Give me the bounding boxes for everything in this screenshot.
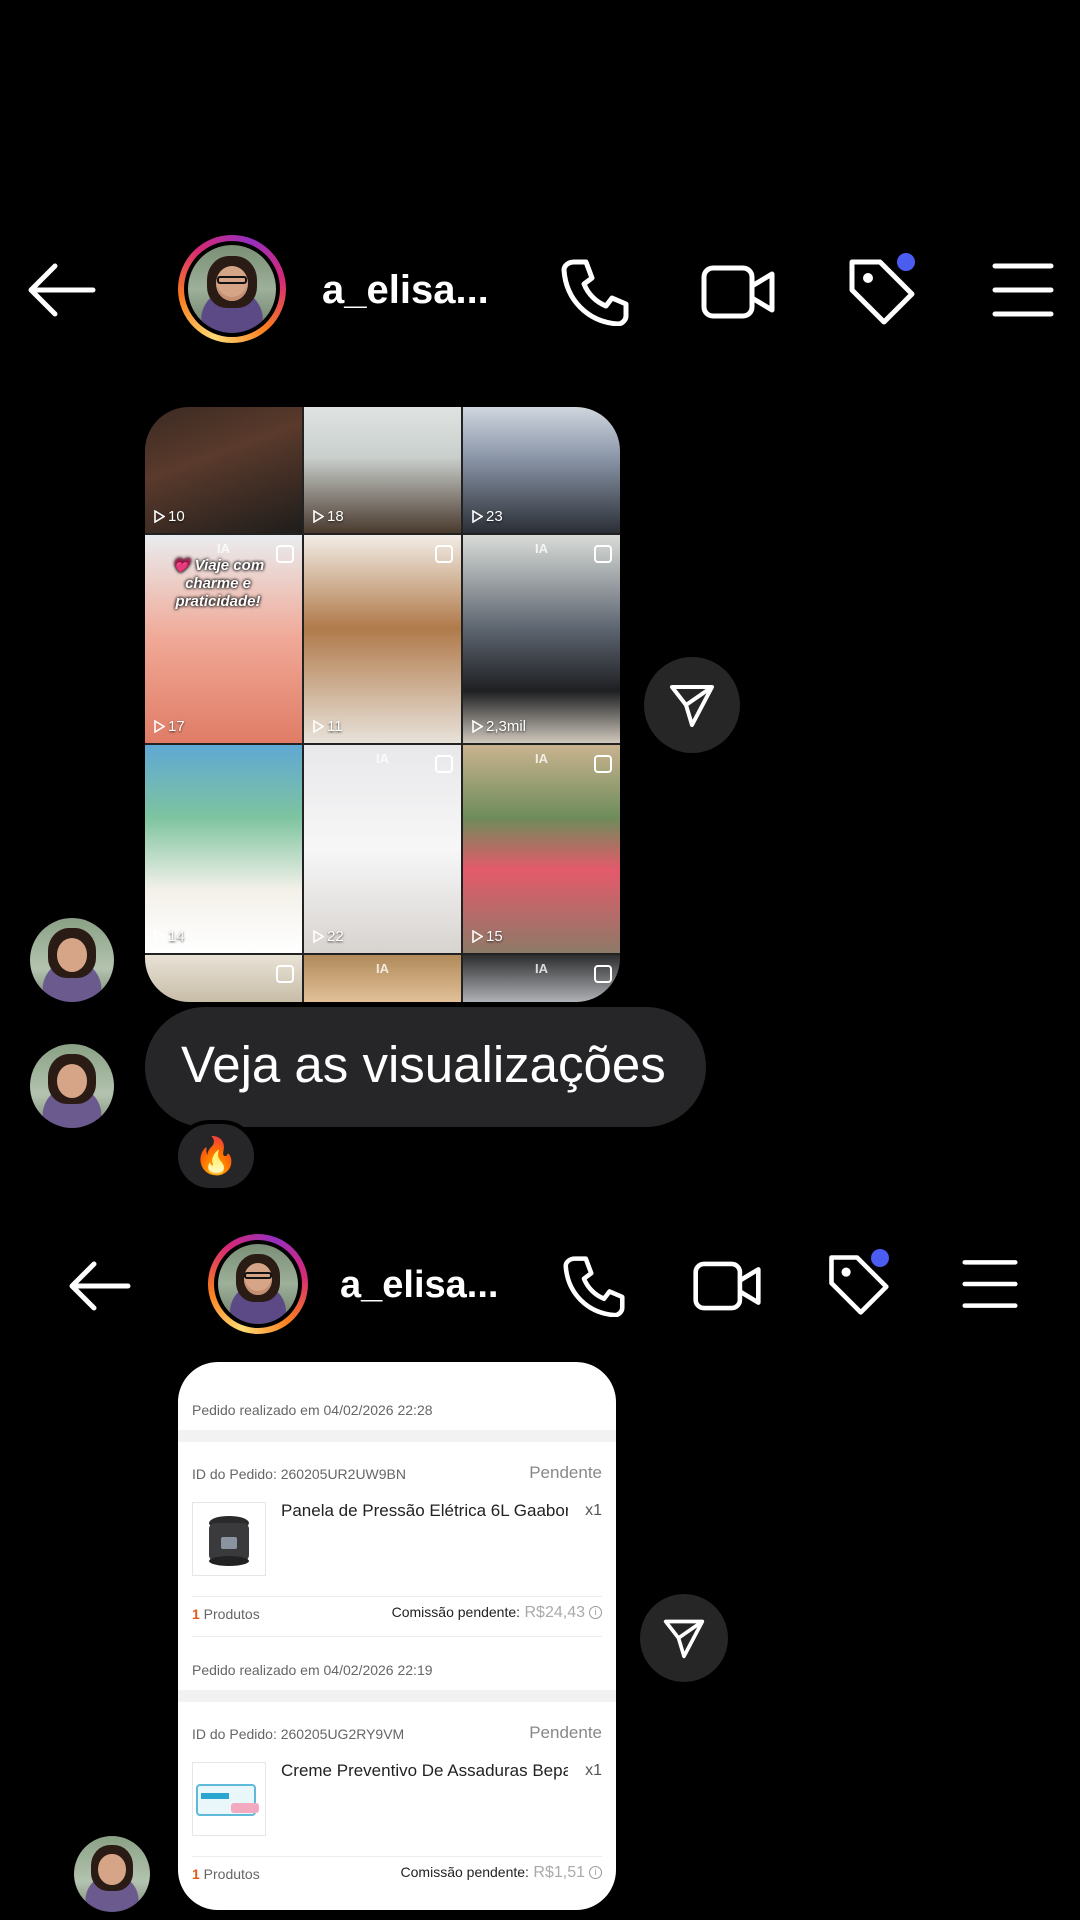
shopping-bag-icon	[594, 755, 612, 773]
grid-tile[interactable]	[145, 955, 302, 1002]
play-icon	[313, 720, 324, 733]
send-icon	[670, 685, 714, 727]
video-camera-icon	[693, 1261, 761, 1311]
username[interactable]: a_elisa...	[322, 268, 489, 313]
username[interactable]: a_elisa...	[340, 1264, 498, 1307]
view-count-text: 17	[168, 718, 185, 735]
view-count: 15	[471, 928, 503, 945]
play-icon	[313, 510, 324, 523]
menu-button[interactable]	[962, 1258, 1018, 1310]
grid-tile[interactable]: IA	[304, 955, 461, 1002]
view-count: 17	[153, 718, 185, 735]
view-count-text: 10	[168, 508, 185, 525]
shopping-bag-icon	[435, 755, 453, 773]
play-icon	[154, 510, 165, 523]
arrow-left-icon	[28, 263, 96, 317]
play-icon	[154, 930, 165, 943]
product-quantity: x1	[585, 1762, 602, 1779]
sender-avatar[interactable]	[74, 1836, 150, 1912]
info-icon[interactable]: i	[589, 1606, 602, 1620]
ai-label: IA	[535, 751, 548, 766]
phone-icon	[561, 259, 629, 326]
commission: Comissão pendente: R$1,51 i	[178, 1864, 616, 1882]
grid-tile[interactable]: IA 22	[304, 745, 461, 953]
ai-label: IA	[535, 541, 548, 556]
view-count-text: 18	[327, 508, 344, 525]
grid-tile[interactable]: IA	[463, 955, 620, 1002]
view-count: 2,3mil	[471, 718, 526, 735]
back-button[interactable]	[25, 262, 97, 318]
arrow-left-icon	[69, 1261, 131, 1311]
play-icon	[472, 930, 483, 943]
video-call-button[interactable]	[700, 262, 776, 322]
send-icon	[663, 1619, 705, 1659]
back-button[interactable]	[66, 1260, 132, 1312]
grid-tile[interactable]: 10	[145, 407, 302, 533]
share-button[interactable]	[644, 657, 740, 753]
ai-label: IA	[217, 541, 230, 556]
product-quantity: x1	[585, 1502, 602, 1519]
shopping-bag-icon	[276, 965, 294, 983]
ai-label: IA	[376, 961, 389, 976]
view-count-text: 11	[327, 718, 343, 735]
view-count: 22	[312, 928, 344, 945]
reaction-fire[interactable]: 🔥	[174, 1120, 258, 1192]
order-placed-date: Pedido realizado em 04/02/2026 22:19	[192, 1662, 433, 1678]
shopping-bag-icon	[594, 545, 612, 563]
play-icon	[313, 930, 324, 943]
tile-caption: 💗 Viaje com charme e praticidade!	[171, 557, 265, 610]
profile-avatar[interactable]	[178, 235, 286, 343]
grid-tile[interactable]: IA 💗 Viaje com charme e praticidade! 17	[145, 535, 302, 743]
notification-badge	[894, 250, 918, 274]
menu-icon	[962, 1260, 1018, 1308]
call-button[interactable]	[560, 258, 630, 326]
view-count-text: 23	[486, 508, 503, 525]
view-count: 10	[153, 508, 185, 525]
commission: Comissão pendente: R$24,43 i	[178, 1604, 616, 1622]
ai-label: IA	[376, 751, 389, 766]
shared-profile-grid[interactable]: 10 18 23 IA 💗 Viaje com charme e praticidade…	[145, 407, 620, 1002]
order-placed-date: Pedido realizado em 04/02/2026 22:28	[192, 1402, 433, 1418]
notification-badge	[868, 1246, 892, 1270]
video-call-button[interactable]	[692, 1258, 762, 1314]
grid-tile[interactable]: 23	[463, 407, 620, 533]
view-count: 11	[312, 718, 343, 735]
shopping-bag-icon	[276, 545, 294, 563]
profile-avatar[interactable]	[208, 1234, 308, 1334]
tag-button[interactable]	[846, 250, 918, 326]
order-status: Pendente	[529, 1463, 602, 1482]
view-count-text: 22	[327, 928, 344, 945]
shopping-bag-icon	[435, 545, 453, 563]
video-camera-icon	[701, 265, 775, 319]
shopping-bag-icon	[594, 965, 612, 983]
menu-icon	[992, 263, 1054, 317]
view-count: 18	[312, 508, 344, 525]
play-icon	[472, 720, 483, 733]
share-button[interactable]	[640, 1594, 728, 1682]
shared-order-screenshot[interactable]: Pedido realizado em 04/02/2026 22:28 ID …	[178, 1362, 616, 1910]
grid-tile[interactable]: 11	[304, 535, 461, 743]
view-count: 14	[153, 928, 185, 945]
grid-tile[interactable]: IA 2,3mil	[463, 535, 620, 743]
play-icon	[472, 510, 483, 523]
phone-icon	[563, 1256, 625, 1317]
grid-tile[interactable]: IA 15	[463, 745, 620, 953]
sender-avatar[interactable]	[30, 1044, 114, 1128]
message-bubble[interactable]: Veja as visualizações	[145, 1007, 706, 1127]
grid-tile[interactable]: 18	[304, 407, 461, 533]
play-icon	[154, 720, 165, 733]
ai-label: IA	[535, 961, 548, 976]
menu-button[interactable]	[992, 262, 1054, 318]
view-count-text: 14	[168, 928, 185, 945]
tag-button[interactable]	[826, 1246, 892, 1316]
info-icon[interactable]: i	[589, 1866, 602, 1880]
view-count-text: 15	[486, 928, 503, 945]
view-count-text: 2,3mil	[486, 718, 527, 735]
call-button[interactable]	[562, 1255, 626, 1317]
view-count: 23	[471, 508, 503, 525]
sender-avatar[interactable]	[30, 918, 114, 1002]
grid-tile[interactable]: 14	[145, 745, 302, 953]
order-status: Pendente	[529, 1723, 602, 1742]
